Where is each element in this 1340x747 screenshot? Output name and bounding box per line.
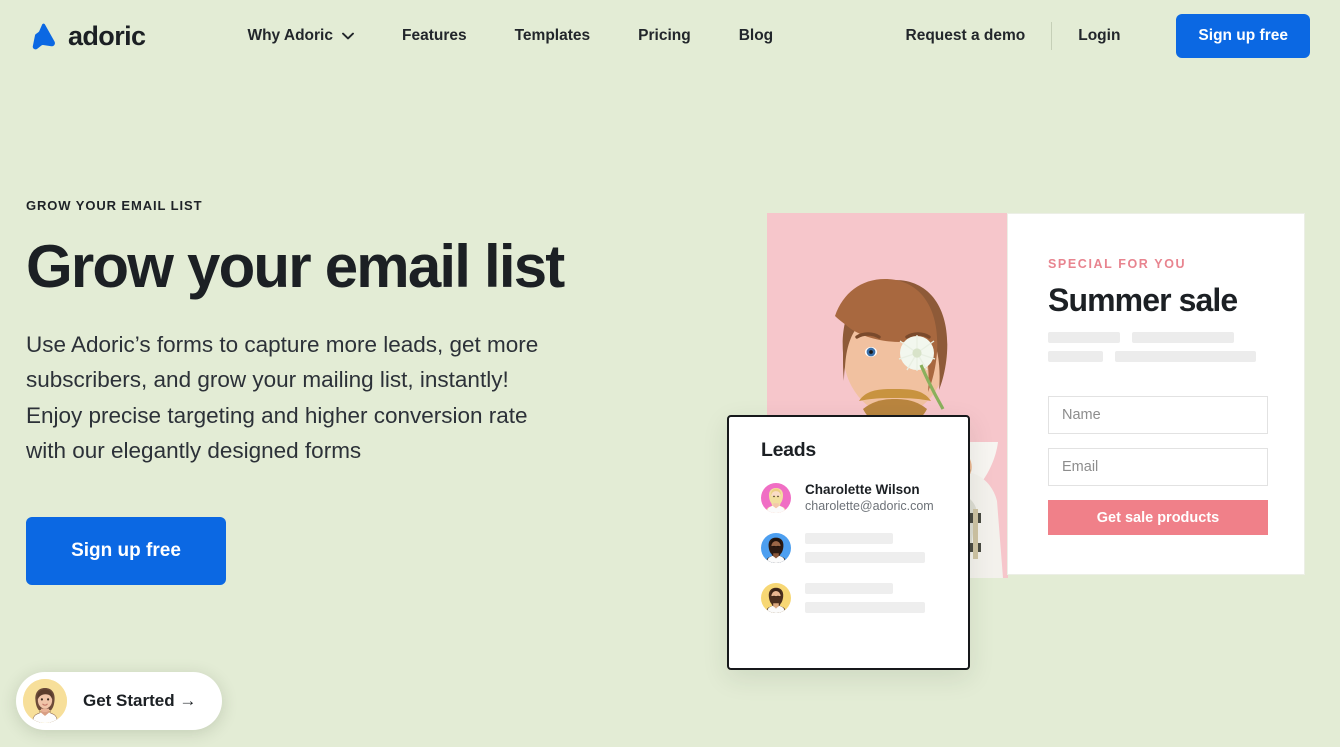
nav-item-why-adoric-label: Why Adoric — [247, 27, 333, 44]
nav-item-blog-label: Blog — [738, 27, 774, 44]
nav-item-why-adoric[interactable]: Why Adoric — [223, 19, 378, 53]
lead-name: Charolette Wilson — [805, 482, 920, 497]
header-divider — [1051, 22, 1053, 50]
request-demo-link[interactable]: Request a demo — [884, 19, 1048, 53]
lead-details — [805, 533, 925, 563]
get-started-label: Get Started → — [83, 691, 197, 710]
hero-content: GROW YOUR EMAIL LIST Grow your email lis… — [26, 198, 646, 585]
get-started-widget[interactable]: Get Started → — [16, 672, 223, 730]
email-input[interactable] — [1048, 448, 1268, 486]
nav-item-pricing[interactable]: Pricing — [614, 19, 715, 53]
site-header: adoric Why Adoric Features Templates Pri… — [0, 0, 1340, 72]
nav-item-features[interactable]: Features — [378, 19, 491, 53]
page-title: Grow your email list — [26, 233, 565, 300]
brand-name: adoric — [68, 20, 146, 51]
list-item[interactable] — [761, 583, 968, 613]
signup-free-button-header[interactable]: Sign up free — [1176, 14, 1310, 58]
hero-eyebrow: GROW YOUR EMAIL LIST — [26, 198, 203, 213]
promo-form-panel: SPECIAL FOR YOU Summer sale Get sale pro… — [1007, 213, 1305, 575]
leads-card-title: Leads — [761, 439, 816, 461]
request-demo-label: Request a demo — [905, 27, 1026, 44]
skeleton-bar — [805, 552, 925, 563]
lead-details: Charolette Wilson charolette@adoric.com — [805, 482, 934, 513]
nav-item-blog[interactable]: Blog — [715, 19, 797, 53]
avatar — [761, 583, 791, 613]
name-input[interactable] — [1048, 396, 1268, 434]
skeleton-bar — [1132, 332, 1234, 343]
lead-details — [805, 583, 925, 613]
list-item[interactable] — [761, 533, 968, 563]
list-item[interactable]: Charolette Wilson charolette@adoric.com — [761, 482, 968, 513]
primary-navigation: Why Adoric Features Templates Pricing Bl… — [223, 19, 797, 53]
skeleton-row — [1048, 332, 1268, 343]
brand-logo-link[interactable]: adoric — [28, 20, 146, 52]
skeleton-bar — [1048, 332, 1120, 343]
skeleton-bar — [1115, 351, 1256, 362]
nav-item-features-label: Features — [401, 27, 467, 44]
leads-card: Leads Charolette Wilson charolette@adori — [727, 415, 970, 670]
nav-item-templates[interactable]: Templates — [491, 19, 615, 53]
login-link[interactable]: Login — [1056, 19, 1142, 53]
skeleton-bar — [805, 533, 893, 544]
header-actions: Request a demo Login Sign up free — [884, 14, 1310, 58]
avatar — [761, 533, 791, 563]
landing-page: adoric Why Adoric Features Templates Pri… — [0, 0, 1340, 747]
nav-item-pricing-label: Pricing — [638, 27, 691, 44]
promo-kicker: SPECIAL FOR YOU — [1048, 257, 1187, 271]
hero-subtitle: Use Adoric’s forms to capture more leads… — [26, 331, 539, 464]
chevron-down-icon — [342, 32, 354, 40]
signup-free-button-hero[interactable]: Sign up free — [26, 516, 226, 585]
get-sale-products-button[interactable]: Get sale products — [1048, 500, 1268, 535]
lead-email: charolette@adoric.com — [805, 499, 934, 513]
nav-item-templates-label: Templates — [514, 27, 591, 44]
skeleton-bar — [805, 602, 925, 613]
skeleton-bar — [805, 583, 893, 594]
avatar — [761, 482, 791, 513]
skeleton-bar — [1048, 351, 1103, 362]
skeleton-row — [1048, 351, 1268, 362]
login-label: Login — [1078, 27, 1121, 44]
woman-avatar-icon — [23, 679, 67, 723]
promo-title: Summer sale — [1048, 282, 1238, 318]
promo-skeleton-text — [1048, 332, 1268, 370]
adoric-triangle-logo-icon — [28, 22, 58, 50]
